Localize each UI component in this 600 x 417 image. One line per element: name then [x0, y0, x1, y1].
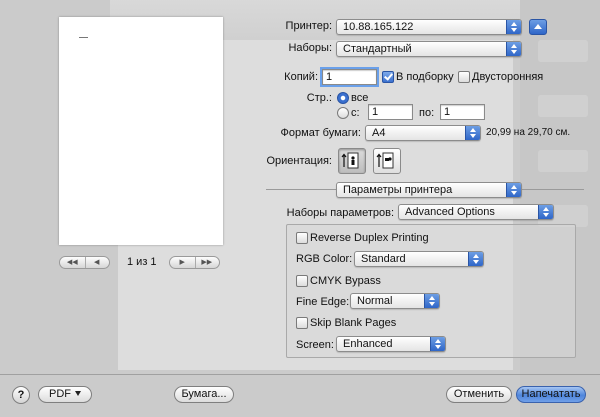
popup-arrows-icon: [506, 183, 521, 197]
skip-blank-pages-label: Skip Blank Pages: [310, 317, 397, 329]
pages-to-input[interactable]: 1: [440, 104, 485, 120]
pane-selector-popup[interactable]: Параметры принтера: [336, 182, 522, 198]
pages-to-label: по:: [419, 107, 435, 119]
reverse-duplex-checkbox[interactable]: [296, 232, 308, 244]
copies-input[interactable]: 1: [320, 67, 379, 87]
popup-arrows-icon: [506, 20, 521, 34]
collate-checkbox[interactable]: [382, 71, 394, 83]
feature-sets-label: Наборы параметров:: [286, 207, 394, 219]
pages-from-label: с:: [351, 107, 360, 119]
popup-arrows-icon: [465, 126, 480, 140]
fine-edge-value: Normal: [357, 295, 393, 307]
paper-size-popup[interactable]: A4: [365, 125, 481, 141]
pane-selector-value: Параметры принтера: [343, 184, 453, 196]
popup-arrows-icon: [424, 294, 439, 308]
preview-content-mark: [79, 37, 88, 38]
fine-edge-popup[interactable]: Normal: [350, 293, 440, 309]
popup-arrows-icon: [468, 252, 483, 266]
collate-label: В подборку: [396, 71, 454, 83]
screen-popup[interactable]: Enhanced: [336, 336, 446, 352]
pages-to-value: 1: [444, 106, 451, 118]
feature-sets-value: Advanced Options: [405, 206, 495, 218]
popup-arrows-icon: [506, 42, 521, 56]
feature-sets-popup[interactable]: Advanced Options: [398, 204, 554, 220]
copies-value: 1: [326, 71, 333, 83]
paper-dimensions: 20,99 на 29,70 см.: [486, 127, 571, 138]
printer-label: Принтер:: [285, 20, 332, 32]
preview-forward-buttons: ▶ ▶▶: [169, 256, 220, 269]
duplex-checkbox[interactable]: [458, 71, 470, 83]
fine-edge-label: Fine Edge:: [296, 296, 350, 308]
pages-range-radio[interactable]: [337, 107, 349, 119]
pages-all-label: все: [351, 92, 369, 104]
print-dialog: ◀◀ ◀ 1 из 1 ▶ ▶▶ Принтер: 10.88.165.122 …: [0, 0, 600, 417]
print-preview: [59, 17, 223, 245]
paper-size-label: Формат бумаги:: [280, 127, 361, 139]
cancel-button[interactable]: Отменить: [446, 386, 512, 403]
pages-from-value: 1: [372, 106, 379, 118]
paper-setup-button[interactable]: Бумага...: [174, 386, 234, 403]
screen-value: Enhanced: [343, 338, 393, 350]
rgb-color-value: Standard: [361, 253, 406, 265]
last-page-button[interactable]: ▶▶: [195, 257, 220, 268]
popup-arrows-icon: [538, 205, 553, 219]
presets-label: Наборы:: [288, 42, 332, 54]
skip-blank-pages-checkbox[interactable]: [296, 317, 308, 329]
first-page-button[interactable]: ◀◀: [60, 257, 86, 268]
pages-label: Стр.:: [306, 92, 332, 104]
copies-label: Копий:: [284, 71, 318, 83]
reverse-duplex-label: Reverse Duplex Printing: [310, 232, 429, 244]
footer-separator: [0, 374, 600, 375]
collapse-details-button[interactable]: [529, 19, 547, 35]
duplex-label: Двусторонняя: [472, 71, 544, 83]
rgb-color-label: RGB Color:: [296, 253, 353, 265]
screen-label: Screen:: [296, 339, 334, 351]
pdf-label: PDF: [49, 388, 71, 400]
printer-value: 10.88.165.122: [343, 21, 414, 33]
rgb-color-popup[interactable]: Standard: [354, 251, 484, 267]
previous-page-button[interactable]: ◀: [85, 257, 110, 268]
orientation-label: Ориентация:: [266, 155, 332, 167]
next-page-button[interactable]: ▶: [170, 257, 196, 268]
print-button[interactable]: Напечатать: [516, 386, 586, 403]
presets-value: Стандартный: [343, 43, 412, 55]
orientation-landscape-button[interactable]: [373, 148, 401, 174]
pages-from-input[interactable]: 1: [368, 104, 413, 120]
printer-popup[interactable]: 10.88.165.122: [336, 19, 522, 35]
orientation-portrait-button[interactable]: [338, 148, 366, 174]
presets-popup[interactable]: Стандартный: [336, 41, 522, 57]
paper-size-value: A4: [372, 127, 386, 139]
cmyk-bypass-checkbox[interactable]: [296, 275, 308, 287]
help-button[interactable]: ?: [12, 386, 30, 404]
pages-all-radio[interactable]: [337, 92, 349, 104]
page-indicator: 1 из 1: [127, 256, 157, 268]
pdf-menu-button[interactable]: PDF: [38, 386, 92, 403]
portrait-orientation-icon: [341, 152, 359, 169]
popup-arrows-icon: [430, 337, 445, 351]
landscape-orientation-icon: [376, 152, 394, 169]
cmyk-bypass-label: CMYK Bypass: [310, 275, 381, 287]
dropdown-triangle-icon: [75, 391, 81, 396]
preview-back-buttons: ◀◀ ◀: [59, 256, 110, 269]
